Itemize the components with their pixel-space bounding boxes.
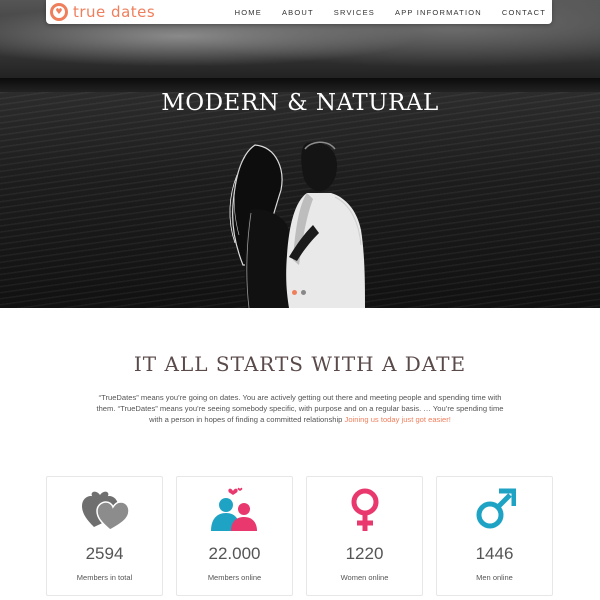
hero-title: MODERN & NATURAL [161, 90, 439, 116]
stat-value: 2594 [85, 544, 124, 563]
section-title: IT ALL STARTS WITH A DATE [133, 352, 467, 376]
stat-value: 1220 [345, 544, 384, 563]
hearts-icon [47, 487, 162, 537]
stat-card-men-online: 1446 Men online [436, 476, 553, 596]
heart-location-icon: ♥ [50, 3, 68, 21]
nav-menu: HOME ABOUT SRVICES APP INFORMATION CONTA… [215, 8, 546, 17]
nav-contact-link[interactable]: CONTACT [502, 8, 546, 17]
stats-row: 2594 Members in total 22.000 Members onl… [46, 476, 554, 596]
nav-app-information-link[interactable]: APP INFORMATION [395, 8, 482, 17]
brand-name: true dates [73, 3, 156, 21]
stat-value: 1446 [475, 544, 514, 563]
male-symbol-icon [437, 487, 552, 537]
intro-highlight-link[interactable]: Joining us today just got easier! [345, 415, 451, 424]
slider-dot-1[interactable] [292, 290, 297, 295]
navbar: ♥ true dates HOME ABOUT SRVICES APP INFO… [46, 0, 552, 24]
female-symbol-icon [307, 487, 422, 537]
hero-banner: MODERN & NATURAL [0, 0, 600, 308]
stat-card-women-online: 1220 Women online [306, 476, 423, 596]
stat-value: 22.000 [208, 544, 261, 563]
slider-dots [292, 290, 310, 295]
stat-label: Women online [340, 573, 389, 582]
stat-label: Members online [207, 573, 262, 582]
nav-home-link[interactable]: HOME [235, 8, 262, 17]
nav-about-link[interactable]: ABOUT [282, 8, 314, 17]
brand-logo[interactable]: ♥ true dates [50, 3, 155, 21]
stat-card-members-total: 2594 Members in total [46, 476, 163, 596]
stat-card-members-online: 22.000 Members online [176, 476, 293, 596]
stat-label: Men online [476, 573, 513, 582]
slider-dot-2[interactable] [301, 290, 306, 295]
nav-services-link[interactable]: SRVICES [334, 8, 375, 17]
intro-paragraph: “TrueDates” means you’re going on dates.… [95, 392, 505, 425]
stat-label: Members in total [76, 573, 133, 582]
couple-silhouette-image [229, 141, 365, 308]
couple-icon [177, 487, 292, 537]
